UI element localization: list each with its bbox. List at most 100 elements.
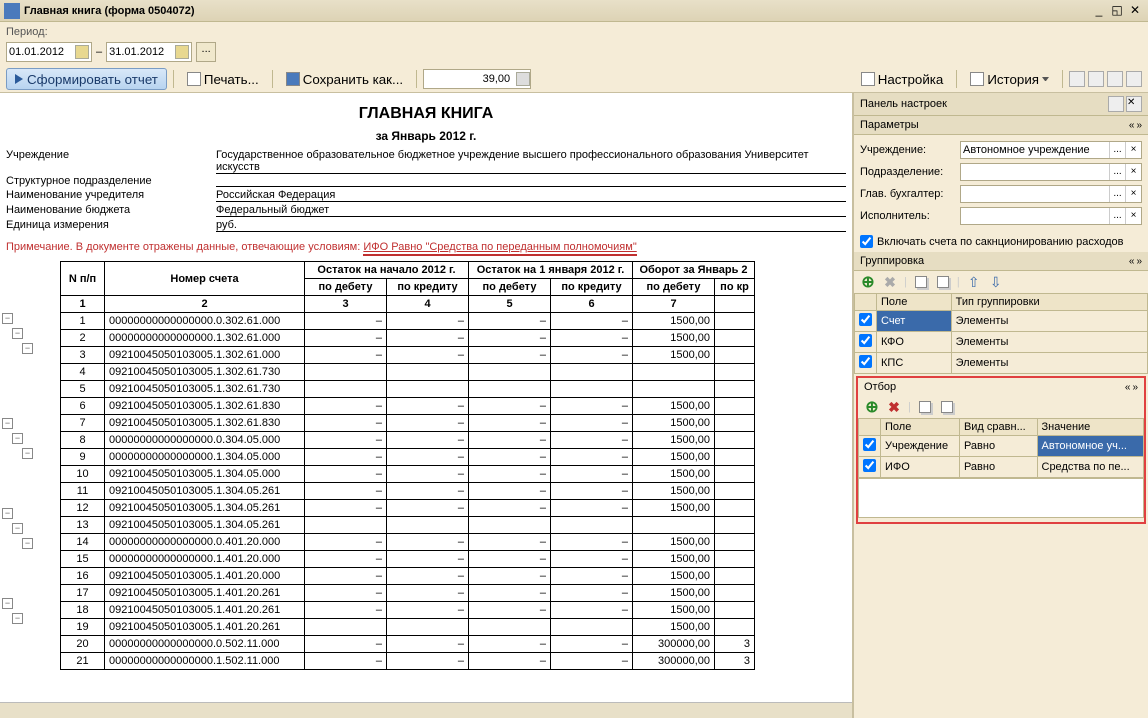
tool-icon-2[interactable]: [1088, 71, 1104, 87]
zoom-input[interactable]: [423, 69, 531, 89]
table-row[interactable]: 609210045050103005.1.302.61.830––––1500,…: [61, 398, 755, 415]
copy2-icon[interactable]: [935, 274, 951, 290]
tree-toggle[interactable]: −: [2, 598, 13, 609]
grouping-table: Поле Тип группировки СчетЭлементыКФОЭлем…: [854, 293, 1148, 374]
delete-icon[interactable]: ✖: [882, 274, 898, 290]
info-label: Единица измерения: [6, 219, 216, 232]
window-title: Главная книга (форма 0504072): [24, 5, 1090, 17]
table-row[interactable]: 509210045050103005.1.302.61.730: [61, 381, 755, 398]
date-from-input[interactable]: [9, 46, 73, 58]
table-row[interactable]: 709210045050103005.1.302.61.830––––1500,…: [61, 415, 755, 432]
tree-toggle[interactable]: −: [12, 433, 23, 444]
filter-row[interactable]: ИФОРавноСредства по пе...: [859, 457, 1144, 478]
tree-toggle[interactable]: −: [2, 313, 13, 324]
table-row[interactable]: 1809210045050103005.1.401.20.261––––1500…: [61, 602, 755, 619]
date-from[interactable]: [6, 42, 92, 62]
copy-icon[interactable]: [917, 399, 933, 415]
param-label: Подразделение:: [860, 166, 956, 178]
delete-icon[interactable]: ✖: [886, 399, 902, 415]
table-row[interactable]: 1309210045050103005.1.304.05.261: [61, 517, 755, 534]
param-input[interactable]: ...×: [960, 141, 1142, 159]
chevron-down-icon: [1042, 77, 1049, 81]
calc-icon[interactable]: [516, 72, 530, 86]
save-as-button[interactable]: Сохранить как...: [279, 68, 410, 90]
group-row[interactable]: КФОЭлементы: [855, 332, 1148, 353]
table-row[interactable]: 800000000000000000.0.304.05.000––––1500,…: [61, 432, 755, 449]
table-row[interactable]: 1909210045050103005.1.401.20.2611500,00: [61, 619, 755, 636]
date-to-input[interactable]: [109, 46, 173, 58]
form-report-button[interactable]: Сформировать отчет: [6, 68, 167, 90]
table-row[interactable]: 1109210045050103005.1.304.05.261––––1500…: [61, 483, 755, 500]
col-turnover: Оборот за Январь 2: [633, 262, 755, 279]
grouping-header[interactable]: Группировка «»: [854, 252, 1148, 271]
tree-toggle[interactable]: −: [2, 418, 13, 429]
tool-icon-4[interactable]: [1126, 71, 1142, 87]
filter-table: Поле Вид сравн... Значение УчреждениеРав…: [858, 418, 1144, 478]
filter-empty: [858, 478, 1144, 518]
app-icon: [4, 3, 20, 19]
save-icon: [286, 72, 300, 86]
group-row[interactable]: КПСЭлементы: [855, 353, 1148, 374]
close-button[interactable]: ✕: [1126, 3, 1144, 19]
parameters-header[interactable]: Параметры «»: [854, 116, 1148, 135]
checkbox-label: Включать счета по сакнционированию расхо…: [877, 236, 1123, 248]
param-label: Глав. бухгалтер:: [860, 188, 956, 200]
add-icon[interactable]: ⊕: [864, 399, 880, 415]
outline-tree[interactable]: − − − − − − − − − − −: [0, 261, 60, 670]
maximize-button[interactable]: ◱: [1108, 3, 1126, 19]
table-row[interactable]: 2100000000000000000.1.502.11.000––––3000…: [61, 653, 755, 670]
filter-header[interactable]: Отбор «»: [858, 378, 1144, 396]
add-icon[interactable]: ⊕: [860, 274, 876, 290]
table-row[interactable]: 200000000000000000.1.302.61.000––––1500,…: [61, 330, 755, 347]
param-input[interactable]: ...×: [960, 207, 1142, 225]
calendar-icon[interactable]: [175, 45, 189, 59]
table-row[interactable]: 1400000000000000000.0.401.20.000––––1500…: [61, 534, 755, 551]
panel-icon-1[interactable]: [1108, 96, 1124, 112]
table-row[interactable]: 1209210045050103005.1.304.05.261––––1500…: [61, 500, 755, 517]
history-button[interactable]: История: [963, 68, 1056, 90]
info-label: Наименование учредителя: [6, 189, 216, 202]
table-row[interactable]: 100000000000000000.0.302.61.000––––1500,…: [61, 313, 755, 330]
minimize-button[interactable]: _: [1090, 3, 1108, 19]
report-note: Примечание. В документе отражены данные,…: [0, 233, 852, 261]
date-to[interactable]: [106, 42, 192, 62]
tree-toggle[interactable]: −: [12, 613, 23, 624]
table-row[interactable]: 2000000000000000000.0.502.11.000––––3000…: [61, 636, 755, 653]
tree-toggle[interactable]: −: [22, 538, 33, 549]
tree-toggle[interactable]: −: [2, 508, 13, 519]
tool-icon-1[interactable]: [1069, 71, 1085, 87]
col-bal-start: Остаток на начало 2012 г.: [305, 262, 469, 279]
table-row[interactable]: 900000000000000000.1.304.05.000––––1500,…: [61, 449, 755, 466]
table-row[interactable]: 409210045050103005.1.302.61.730: [61, 364, 755, 381]
filter-row[interactable]: УчреждениеРавноАвтономное уч...: [859, 436, 1144, 457]
table-row[interactable]: 1609210045050103005.1.401.20.000––––1500…: [61, 568, 755, 585]
history-icon: [970, 72, 984, 86]
group-row[interactable]: СчетЭлементы: [855, 311, 1148, 332]
period-label: Период:: [6, 26, 48, 38]
tree-toggle[interactable]: −: [12, 328, 23, 339]
table-row[interactable]: 1009210045050103005.1.304.05.000––––1500…: [61, 466, 755, 483]
titlebar: Главная книга (форма 0504072) _ ◱ ✕: [0, 0, 1148, 22]
period-more-button[interactable]: ...: [196, 42, 216, 62]
toolbar: Сформировать отчет Печать... Сохранить к…: [0, 66, 1148, 93]
copy2-icon[interactable]: [939, 399, 955, 415]
print-button[interactable]: Печать...: [180, 68, 266, 90]
table-row[interactable]: 1709210045050103005.1.401.20.261––––1500…: [61, 585, 755, 602]
tool-icon-3[interactable]: [1107, 71, 1123, 87]
move-down-icon[interactable]: ⇩: [988, 274, 1004, 290]
table-row[interactable]: 1500000000000000000.1.401.20.000––––1500…: [61, 551, 755, 568]
calendar-icon[interactable]: [75, 45, 89, 59]
tree-toggle[interactable]: −: [22, 448, 33, 459]
tree-toggle[interactable]: −: [22, 343, 33, 354]
move-up-icon[interactable]: ⇧: [966, 274, 982, 290]
scrollbar-horizontal[interactable]: [0, 702, 852, 718]
param-input[interactable]: ...×: [960, 163, 1142, 181]
panel-close-icon[interactable]: ✕: [1126, 96, 1142, 112]
param-input[interactable]: ...×: [960, 185, 1142, 203]
settings-button[interactable]: Настройка: [854, 68, 951, 90]
copy-icon[interactable]: [913, 274, 929, 290]
col-bal-jan1: Остаток на 1 января 2012 г.: [469, 262, 633, 279]
include-accounts-checkbox[interactable]: [860, 235, 873, 248]
table-row[interactable]: 309210045050103005.1.302.61.000––––1500,…: [61, 347, 755, 364]
tree-toggle[interactable]: −: [12, 523, 23, 534]
